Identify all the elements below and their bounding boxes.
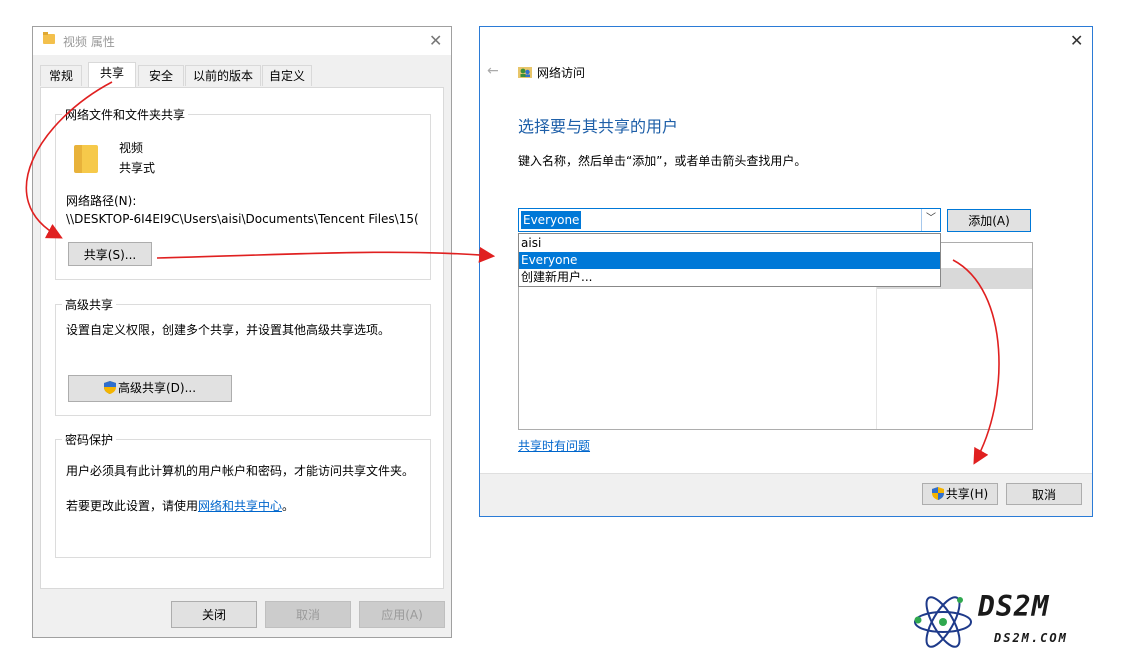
cancel-button[interactable]: 取消 bbox=[265, 601, 351, 628]
close-icon[interactable]: ✕ bbox=[1070, 33, 1083, 49]
network-sharing-center-link[interactable]: 网络和共享中心 bbox=[198, 499, 282, 513]
apply-button[interactable]: 应用(A) bbox=[359, 601, 445, 628]
folder-name: 视频 bbox=[119, 141, 144, 155]
tab-general[interactable]: 常规 bbox=[40, 65, 82, 86]
share-button-label: 共享(H) bbox=[945, 487, 989, 501]
combo-value: Everyone bbox=[521, 211, 582, 229]
group-title: 密码保护 bbox=[62, 431, 117, 448]
folder-icon bbox=[74, 145, 98, 173]
user-combo-box[interactable]: Everyone ﹀ bbox=[518, 208, 941, 232]
network-sharing-group: 网络文件和文件夹共享 视频 共享式 网络路径(N): \\DESKTOP-6I4… bbox=[55, 106, 431, 280]
folder-icon bbox=[43, 32, 55, 44]
properties-dialog: 视频 属性 ✕ 常规 共享 安全 以前的版本 自定义 网络文件和文件夹共享 视频… bbox=[32, 26, 452, 638]
advanced-sharing-group: 高级共享 设置自定义权限，创建多个共享，并设置其他高级共享选项。 高级共享(D)… bbox=[55, 296, 431, 416]
close-button[interactable]: 关闭 bbox=[171, 601, 257, 628]
network-access-dialog: ✕ ← 网络访问 选择要与其共享的用户 键入名称，然后单击“添加”，或者单击箭头… bbox=[479, 26, 1093, 517]
advanced-sharing-description: 设置自定义权限，创建多个共享，并设置其他高级共享选项。 bbox=[66, 323, 391, 337]
uac-shield-icon bbox=[931, 487, 944, 500]
back-arrow-icon[interactable]: ← bbox=[487, 63, 499, 79]
tab-sharing[interactable]: 共享 bbox=[88, 62, 136, 87]
password-change-hint: 若要更改此设置，请使用网络和共享中心。 bbox=[66, 497, 294, 514]
chevron-down-icon[interactable]: ﹀ bbox=[921, 209, 940, 231]
close-icon[interactable]: ✕ bbox=[429, 33, 442, 49]
folder-status: 共享式 bbox=[119, 161, 156, 175]
password-protection-group: 密码保护 用户必须具有此计算机的用户帐户和密码，才能访问共享文件夹。 若要更改此… bbox=[55, 431, 431, 558]
dialog-title: 网络访问 bbox=[537, 66, 586, 80]
tab-customize[interactable]: 自定义 bbox=[262, 65, 312, 86]
cancel-button[interactable]: 取消 bbox=[1006, 483, 1082, 505]
add-button[interactable]: 添加(A) bbox=[947, 209, 1031, 232]
network-path-label: 网络路径(N): bbox=[66, 194, 137, 208]
uac-shield-icon bbox=[103, 381, 116, 394]
instruction-text: 键入名称，然后单击“添加”，或者单击箭头查找用户。 bbox=[518, 154, 807, 168]
dropdown-option-aisi[interactable]: aisi bbox=[519, 235, 940, 252]
tab-security[interactable]: 安全 bbox=[138, 65, 184, 86]
title-bar: 视频 属性 ✕ bbox=[33, 27, 451, 55]
share-button[interactable]: 共享(H) bbox=[922, 483, 998, 505]
atom-logo-icon bbox=[914, 596, 972, 648]
network-path-value: \\DESKTOP-6I4EI9C\Users\aisi\Documents\T… bbox=[66, 212, 419, 226]
network-users-icon bbox=[518, 67, 532, 78]
password-description: 用户必须具有此计算机的用户帐户和密码，才能访问共享文件夹。 bbox=[66, 464, 415, 478]
hint-suffix: 。 bbox=[282, 499, 295, 513]
hint-prefix: 若要更改此设置，请使用 bbox=[66, 499, 199, 513]
group-title: 网络文件和文件夹共享 bbox=[62, 106, 189, 123]
watermark-domain: DS2M.COM bbox=[994, 631, 1068, 645]
watermark-brand: DS2M bbox=[978, 590, 1050, 623]
page-heading: 选择要与其共享的用户 bbox=[518, 117, 679, 136]
dropdown-option-everyone[interactable]: Everyone bbox=[519, 252, 940, 269]
user-dropdown-list[interactable]: aisi Everyone 创建新用户... bbox=[518, 233, 941, 287]
tab-previous-versions[interactable]: 以前的版本 bbox=[185, 65, 261, 86]
share-button[interactable]: 共享(S)... bbox=[68, 242, 152, 266]
sharing-help-link[interactable]: 共享时有问题 bbox=[518, 437, 590, 454]
dialog-title: 视频 属性 bbox=[63, 35, 115, 49]
dropdown-option-create-user[interactable]: 创建新用户... bbox=[519, 269, 940, 286]
advanced-sharing-button[interactable]: 高级共享(D)... bbox=[68, 375, 232, 402]
group-title: 高级共享 bbox=[62, 296, 117, 313]
sharing-tab-page: 网络文件和文件夹共享 视频 共享式 网络路径(N): \\DESKTOP-6I4… bbox=[40, 87, 444, 589]
dialog-footer: 共享(H) 取消 bbox=[480, 473, 1092, 516]
advanced-sharing-button-label: 高级共享(D)... bbox=[117, 381, 197, 395]
